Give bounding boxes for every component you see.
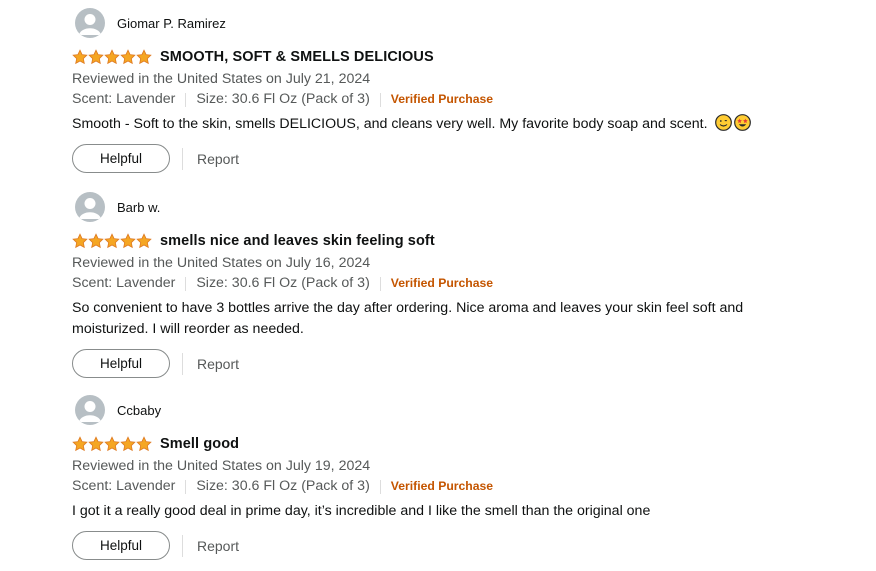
divider (185, 92, 187, 107)
review-body: So convenient to have 3 bottles arrive t… (72, 300, 744, 337)
scent-label[interactable]: Scent: Lavender (72, 90, 175, 109)
star-icon (72, 233, 88, 249)
star-icon (88, 436, 104, 452)
verified-purchase-badge: Verified Purchase (390, 276, 494, 290)
star-icon (72, 49, 88, 65)
divider (379, 92, 381, 107)
divider (379, 479, 381, 494)
scent-label[interactable]: Scent: Lavender (72, 274, 175, 293)
review-variant-info: Scent: Lavender Size: 30.6 Fl Oz (Pack o… (72, 90, 862, 109)
review-title[interactable]: Smell good (160, 436, 239, 452)
review-date: Reviewed in the United States on July 21… (72, 71, 371, 87)
reviewer-profile[interactable]: Giomar P. Ramirez (72, 8, 862, 38)
star-icon (104, 233, 120, 249)
review-card: Barb w. smells nice and leaves skin feel… (72, 192, 862, 378)
avatar (75, 395, 105, 425)
star-rating[interactable] (72, 436, 152, 452)
star-struck-face-icon (733, 114, 751, 131)
review-card: Ccbaby Smell good Reviewed in the United… (72, 395, 862, 560)
star-icon (136, 233, 152, 249)
review-date: Reviewed in the United States on July 19… (72, 458, 371, 474)
star-icon (88, 233, 104, 249)
star-icon (88, 49, 104, 65)
star-icon (136, 49, 152, 65)
divider (379, 276, 381, 291)
divider (182, 352, 183, 375)
report-link[interactable]: Report (197, 151, 239, 167)
star-icon (120, 49, 136, 65)
review-title[interactable]: SMOOTH, SOFT & SMELLS DELICIOUS (160, 49, 434, 65)
reviewer-name: Giomar P. Ramirez (117, 15, 226, 31)
reviewer-profile[interactable]: Barb w. (72, 192, 862, 222)
avatar (75, 192, 105, 222)
avatar (75, 8, 105, 38)
star-icon (120, 233, 136, 249)
report-link[interactable]: Report (197, 356, 239, 372)
review-variant-info: Scent: Lavender Size: 30.6 Fl Oz (Pack o… (72, 477, 862, 496)
smiling-face-icon (714, 114, 732, 131)
divider (185, 276, 187, 291)
review-body-text: Smooth - Soft to the skin, smells DELICI… (72, 116, 708, 132)
review-body: Smooth - Soft to the skin, smells DELICI… (72, 114, 862, 135)
verified-purchase-badge: Verified Purchase (390, 479, 494, 493)
review-card: Giomar P. Ramirez SMOOTH, SOFT & SMELLS … (72, 8, 862, 173)
scent-label[interactable]: Scent: Lavender (72, 477, 175, 496)
helpful-button[interactable]: Helpful (72, 144, 170, 173)
reviewer-profile[interactable]: Ccbaby (72, 395, 862, 425)
divider (185, 479, 187, 494)
reviewer-name: Ccbaby (117, 402, 162, 418)
divider (182, 147, 183, 170)
review-date: Reviewed in the United States on July 16… (72, 255, 371, 271)
size-label[interactable]: Size: 30.6 Fl Oz (Pack of 3) (196, 90, 369, 109)
report-link[interactable]: Report (197, 538, 239, 554)
star-rating[interactable] (72, 49, 152, 65)
divider (182, 534, 183, 557)
star-icon (104, 436, 120, 452)
star-icon (104, 49, 120, 65)
reviewer-name: Barb w. (117, 199, 161, 215)
verified-purchase-badge: Verified Purchase (390, 92, 494, 106)
size-label[interactable]: Size: 30.6 Fl Oz (Pack of 3) (196, 477, 369, 496)
star-icon (72, 436, 88, 452)
helpful-button[interactable]: Helpful (72, 531, 170, 560)
review-body: I got it a really good deal in prime day… (72, 503, 651, 519)
star-rating[interactable] (72, 233, 152, 249)
review-variant-info: Scent: Lavender Size: 30.6 Fl Oz (Pack o… (72, 274, 862, 293)
helpful-button[interactable]: Helpful (72, 349, 170, 378)
star-icon (120, 436, 136, 452)
star-icon (136, 436, 152, 452)
size-label[interactable]: Size: 30.6 Fl Oz (Pack of 3) (196, 274, 369, 293)
review-title[interactable]: smells nice and leaves skin feeling soft (160, 233, 435, 249)
